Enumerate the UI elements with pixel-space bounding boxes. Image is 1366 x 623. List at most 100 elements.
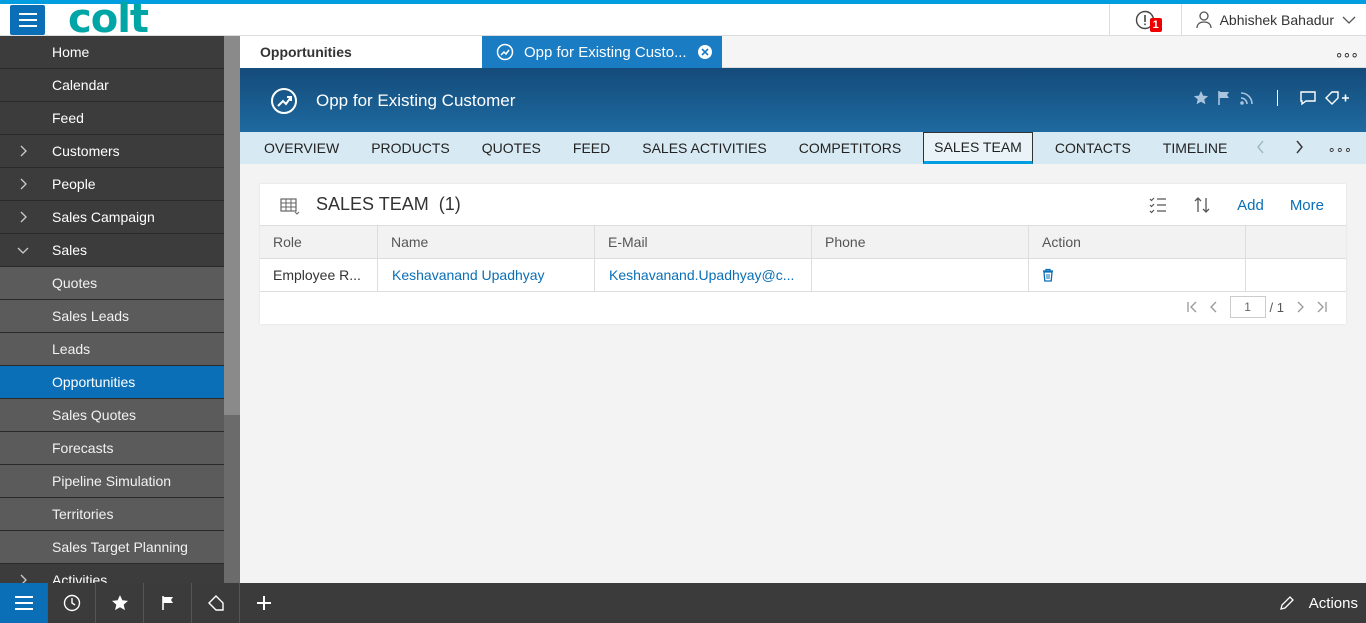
rss-feed-icon[interactable] bbox=[1239, 90, 1255, 106]
notification-badge: 1 bbox=[1149, 18, 1162, 32]
opportunity-header-icon bbox=[271, 88, 297, 114]
sort-icon[interactable] bbox=[1193, 196, 1211, 214]
tab-feed[interactable]: FEED bbox=[563, 132, 620, 164]
delete-icon[interactable] bbox=[1042, 268, 1054, 282]
sidebar-item-label: Territories bbox=[52, 506, 114, 522]
sidebar-item-people[interactable]: People bbox=[0, 168, 224, 201]
cell-action bbox=[1029, 259, 1246, 291]
recent-button[interactable] bbox=[48, 583, 96, 623]
sidebar-item-territories[interactable]: Territories bbox=[0, 498, 224, 531]
chevron-right-icon[interactable] bbox=[1294, 140, 1304, 154]
sidebar-item-home[interactable]: Home bbox=[0, 36, 224, 69]
add-button[interactable]: Add bbox=[1237, 197, 1264, 214]
page-title: Opp for Existing Customer bbox=[316, 91, 516, 110]
previous-page-icon[interactable] bbox=[1208, 301, 1220, 313]
tab-opportunity-detail[interactable]: Opp for Existing Custo... bbox=[482, 36, 722, 68]
tab-overview[interactable]: OVERVIEW bbox=[254, 132, 349, 164]
sidebar-item-customers[interactable]: Customers bbox=[0, 135, 224, 168]
user-menu[interactable]: Abhishek Bahadur bbox=[1180, 4, 1366, 36]
column-header-role[interactable]: Role bbox=[260, 226, 378, 258]
bottom-toolbar: Actions bbox=[0, 583, 1366, 623]
header-separator bbox=[1277, 90, 1278, 106]
pagination: 1 / 1 bbox=[1186, 296, 1328, 318]
sidebar-item-activities[interactable]: Activities bbox=[0, 564, 224, 583]
tab-products[interactable]: PRODUCTS bbox=[361, 132, 460, 164]
sidebar-item-label: Quotes bbox=[52, 275, 98, 291]
edit-pencil-icon[interactable] bbox=[1279, 595, 1295, 611]
comment-icon[interactable] bbox=[1300, 90, 1316, 106]
last-page-icon[interactable] bbox=[1316, 301, 1328, 313]
sidebar-item-label: Feed bbox=[52, 110, 84, 126]
sidebar-item-sales-campaign[interactable]: Sales Campaign bbox=[0, 201, 224, 234]
sidebar-item-label: Sales Quotes bbox=[52, 407, 137, 423]
bottom-menu-button[interactable] bbox=[0, 583, 48, 623]
notifications-button[interactable]: 1 bbox=[1108, 4, 1181, 36]
sidebar-scrollbar-thumb[interactable] bbox=[224, 36, 240, 415]
tab-competitors[interactable]: COMPETITORS bbox=[789, 132, 911, 164]
sidebar-item-label: People bbox=[52, 176, 96, 192]
tab-contacts[interactable]: CONTACTS bbox=[1045, 132, 1141, 164]
table-row[interactable]: Employee R... Keshavanand Upadhyay Kesha… bbox=[260, 259, 1346, 292]
hamburger-icon bbox=[18, 13, 37, 27]
actions-button[interactable]: Actions bbox=[1309, 595, 1358, 612]
chevron-left-icon[interactable] bbox=[1256, 140, 1266, 154]
plus-icon bbox=[257, 596, 271, 610]
main-menu-button[interactable] bbox=[10, 5, 45, 35]
star-icon bbox=[111, 595, 128, 611]
tags-button[interactable] bbox=[192, 583, 240, 623]
sidebar-item-sales[interactable]: Sales bbox=[0, 234, 224, 267]
tab-timeline[interactable]: TIMELINE bbox=[1153, 132, 1238, 164]
cell-role: Employee R... bbox=[260, 259, 378, 291]
next-page-icon[interactable] bbox=[1294, 301, 1306, 313]
flagged-button[interactable] bbox=[144, 583, 192, 623]
column-header-email[interactable]: E-Mail bbox=[595, 226, 812, 258]
favorite-star-icon[interactable] bbox=[1193, 90, 1209, 106]
clock-icon bbox=[63, 594, 80, 612]
tab-quotes[interactable]: QUOTES bbox=[472, 132, 551, 164]
sidebar-scrollbar[interactable] bbox=[224, 36, 240, 583]
cell-email-link[interactable]: Keshavanand.Upadhyay@c... bbox=[595, 259, 812, 291]
column-header-phone[interactable]: Phone bbox=[812, 226, 1029, 258]
sidebar-item-leads[interactable]: Leads bbox=[0, 333, 224, 366]
sidebar-item-label: Leads bbox=[52, 341, 91, 357]
page-total: / 1 bbox=[1269, 299, 1284, 315]
tab-overflow-icon[interactable]: ∘∘∘ bbox=[1335, 46, 1359, 63]
sidebar-item-quotes[interactable]: Quotes bbox=[0, 267, 224, 300]
first-page-icon[interactable] bbox=[1186, 301, 1198, 313]
user-name: Abhishek Bahadur bbox=[1219, 12, 1334, 28]
tag-icon bbox=[207, 595, 224, 611]
page-number-input[interactable]: 1 bbox=[1229, 296, 1266, 318]
chevron-right-icon bbox=[20, 178, 27, 190]
detail-tabs-overflow-icon[interactable]: ∘∘∘ bbox=[1328, 142, 1352, 158]
close-tab-button[interactable] bbox=[698, 45, 712, 59]
tab-sales-activities[interactable]: SALES ACTIVITIES bbox=[632, 132, 777, 164]
table-view-icon[interactable] bbox=[280, 197, 300, 215]
sidebar-item-label: Opportunities bbox=[52, 374, 136, 390]
sidebar-item-label: Pipeline Simulation bbox=[52, 473, 172, 489]
sales-team-card: SALES TEAM (1) Add More Role Name E-Mail… bbox=[260, 184, 1346, 324]
sidebar-item-opportunities[interactable]: Opportunities bbox=[0, 366, 224, 399]
column-header-action[interactable]: Action bbox=[1029, 226, 1246, 258]
more-button[interactable]: More bbox=[1290, 197, 1324, 214]
sidebar: Home Calendar Feed Customers People Sales Cam… bbox=[0, 36, 240, 583]
sidebar-item-label: Activities bbox=[52, 572, 108, 583]
sidebar-item-forecasts[interactable]: Forecasts bbox=[0, 432, 224, 465]
column-header-name[interactable]: Name bbox=[378, 226, 595, 258]
checklist-icon[interactable] bbox=[1149, 196, 1167, 214]
detail-tab-list: OVERVIEW PRODUCTS QUOTES FEED SALES ACTIVITI… bbox=[254, 132, 1249, 164]
sidebar-item-pipeline-simulation[interactable]: Pipeline Simulation bbox=[0, 465, 224, 498]
flag-icon[interactable] bbox=[1217, 90, 1231, 106]
create-new-button[interactable] bbox=[240, 583, 288, 623]
sidebar-item-sales-quotes[interactable]: Sales Quotes bbox=[0, 399, 224, 432]
tab-opportunities[interactable]: Opportunities bbox=[240, 36, 482, 68]
sidebar-item-feed[interactable]: Feed bbox=[0, 102, 224, 135]
sidebar-item-sales-leads[interactable]: Sales Leads bbox=[0, 300, 224, 333]
sidebar-item-calendar[interactable]: Calendar bbox=[0, 69, 224, 102]
user-icon bbox=[1195, 11, 1212, 29]
favorites-button[interactable] bbox=[96, 583, 144, 623]
sidebar-item-sales-target-planning[interactable]: Sales Target Planning bbox=[0, 531, 224, 564]
opportunity-icon bbox=[496, 43, 514, 61]
tag-plus-icon[interactable] bbox=[1324, 90, 1350, 106]
tab-sales-team[interactable]: SALES TEAM bbox=[923, 132, 1033, 164]
cell-name-link[interactable]: Keshavanand Upadhyay bbox=[378, 259, 595, 291]
